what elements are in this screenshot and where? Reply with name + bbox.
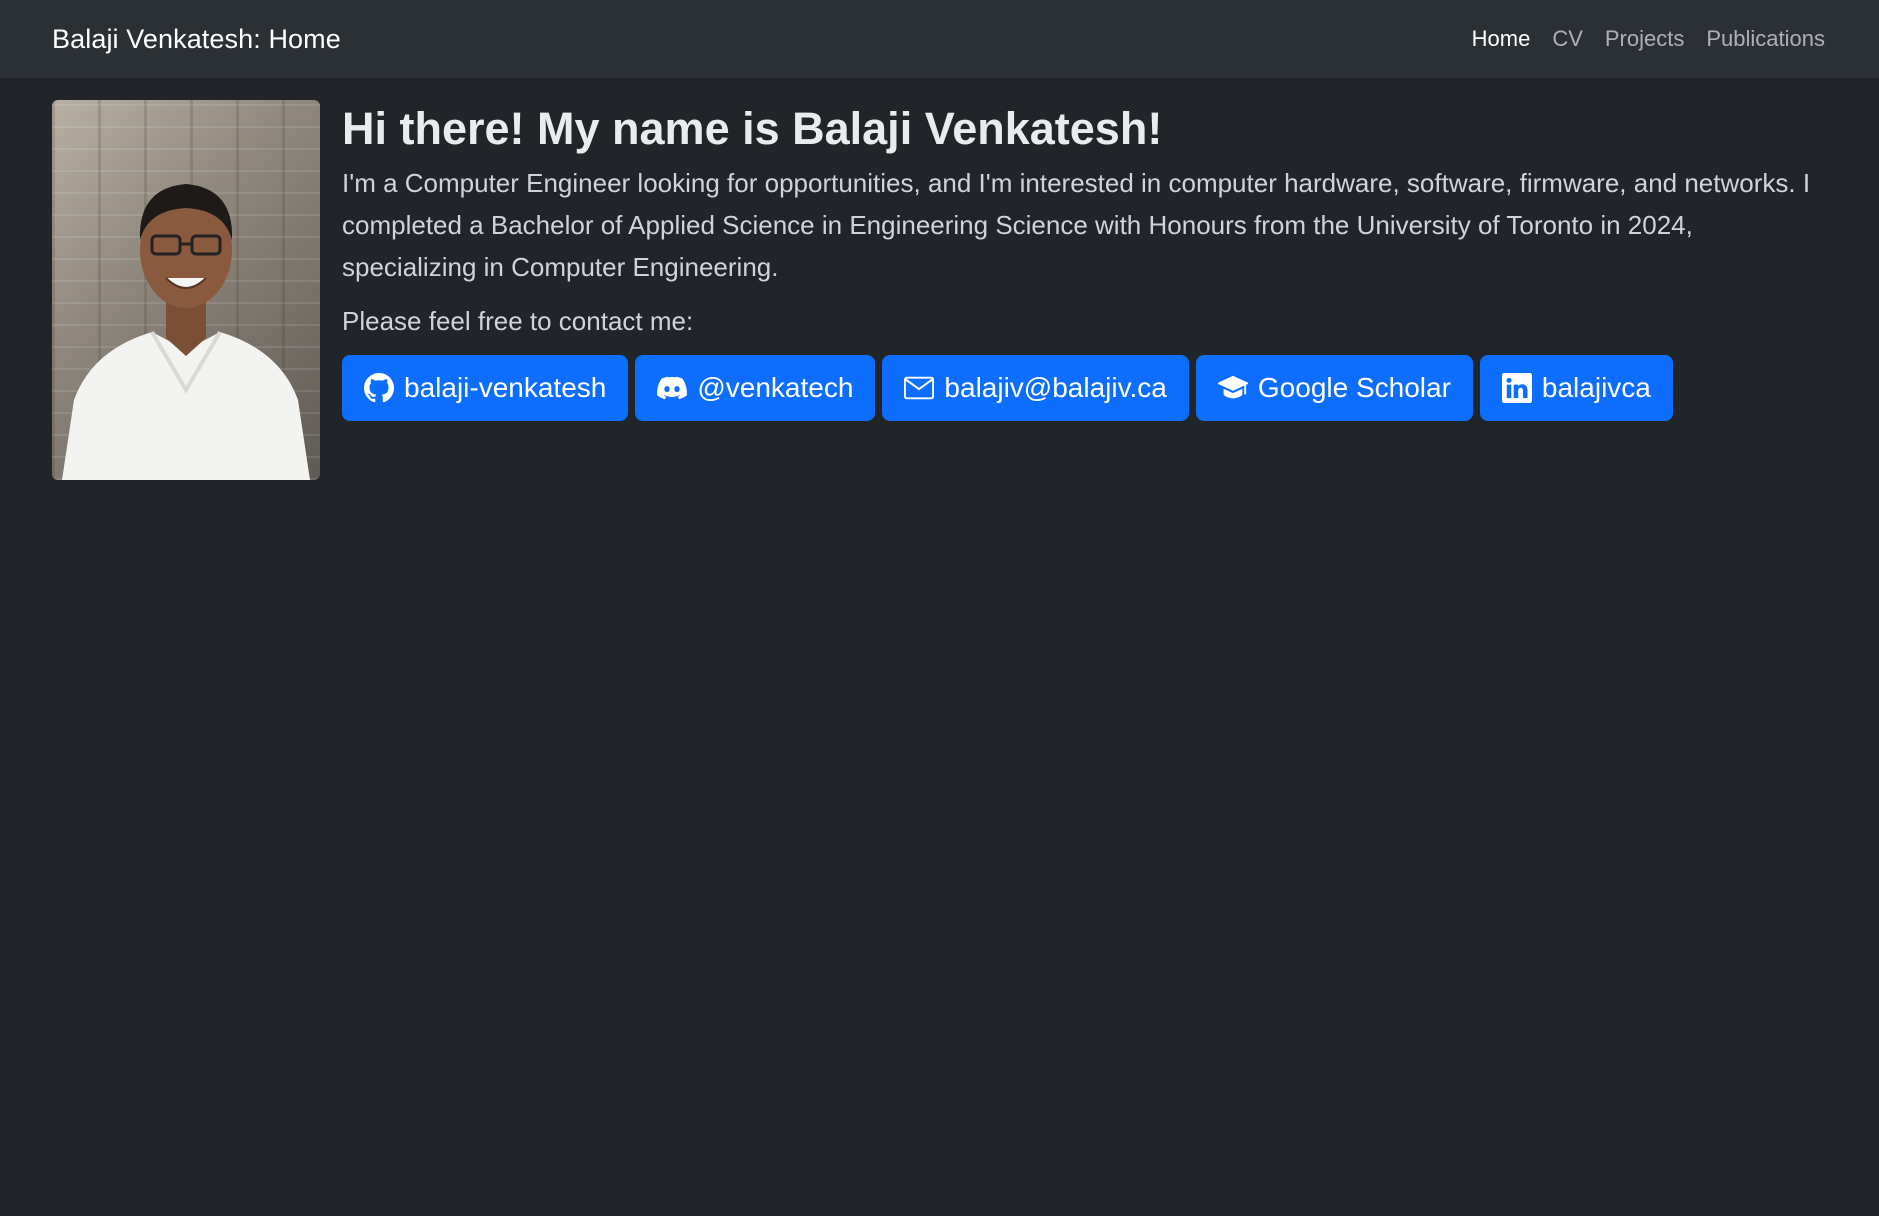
google-scholar-button[interactable]: Google Scholar (1195, 355, 1473, 421)
nav-link-cv[interactable]: CV (1552, 26, 1583, 52)
site-brand-link[interactable]: Balaji Venkatesh: Home (52, 24, 341, 55)
google-scholar-button-label: Google Scholar (1257, 372, 1451, 403)
linkedin-button[interactable]: balajivca (1479, 355, 1673, 421)
linkedin-button-label: balajivca (1541, 372, 1651, 403)
page-heading: Hi there! My name is Balaji Venkatesh! (342, 103, 1163, 154)
envelope-icon (904, 376, 935, 400)
discord-button[interactable]: @venkatech (635, 355, 876, 421)
email-button[interactable]: balajiv@balajiv.ca (882, 355, 1189, 421)
nav-link-projects[interactable]: Projects (1605, 26, 1684, 52)
bio-paragraph: I'm a Computer Engineer looking for oppo… (342, 168, 1811, 282)
top-navbar: Balaji Venkatesh: Home Home CV Projects … (0, 0, 1879, 78)
email-button-label: balajiv@balajiv.ca (944, 372, 1167, 403)
profile-photo (52, 100, 320, 480)
nav-link-publications[interactable]: Publications (1706, 26, 1825, 52)
linkedin-icon (1501, 373, 1532, 403)
contact-lead-text: Please feel free to contact me: (342, 306, 694, 336)
contact-button-group: balaji-venkatesh @venkatech balajiv@bala… (342, 355, 1827, 421)
github-button-label: balaji-venkatesh (404, 372, 607, 403)
mortarboard-icon (1217, 375, 1248, 399)
person-portrait (62, 184, 310, 480)
intro-section: Hi there! My name is Balaji Venkatesh! I… (342, 100, 1827, 480)
github-icon (364, 373, 394, 403)
main-content: Hi there! My name is Balaji Venkatesh! I… (0, 78, 1879, 480)
github-button[interactable]: balaji-venkatesh (342, 355, 629, 421)
discord-button-label: @venkatech (697, 372, 854, 403)
discord-icon (657, 376, 688, 400)
nav-link-home[interactable]: Home (1472, 26, 1531, 52)
nav-links: Home CV Projects Publications (1472, 26, 1827, 52)
